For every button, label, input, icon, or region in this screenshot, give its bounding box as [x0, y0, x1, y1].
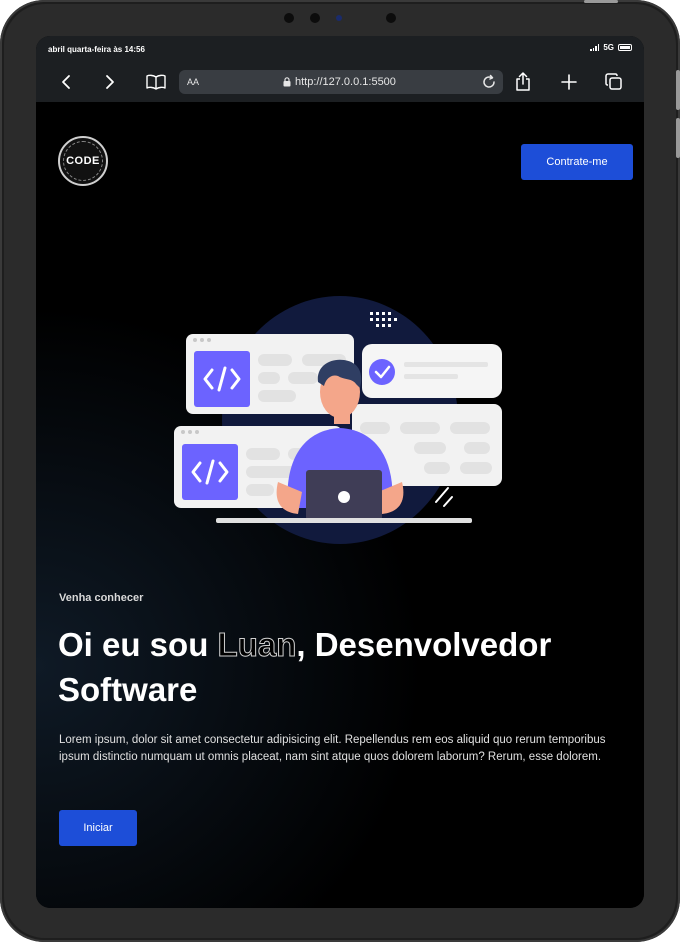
hire-me-button[interactable]: Contrate-me: [521, 144, 633, 180]
status-indicators: 5G: [590, 43, 632, 52]
hero-paragraph: Lorem ipsum, dolor sit amet consectetur …: [59, 734, 606, 763]
battery-icon: [618, 44, 632, 51]
tabs-icon[interactable]: [602, 70, 626, 94]
reload-icon[interactable]: [481, 74, 497, 95]
status-bar: abril quarta-feira às 14:56 5G: [36, 36, 644, 62]
hero-headline: Oi eu sou Luan, Desenvolvedor Software: [58, 622, 628, 712]
forward-icon[interactable]: [98, 70, 122, 94]
network-label: 5G: [603, 43, 614, 52]
url-display[interactable]: http://127.0.0.1:5500: [283, 76, 396, 88]
developer-illustration: [174, 296, 502, 544]
volume-down-button: [676, 118, 680, 158]
face-sensor: [310, 13, 320, 23]
site-logo[interactable]: CODE: [58, 136, 108, 186]
page-content: CODE Contrate-me Venha conhecer Oi eu so…: [36, 102, 644, 908]
power-button: [584, 0, 618, 3]
status-time: abril quarta-feira às 14:56: [48, 45, 145, 54]
check-card: [362, 344, 502, 398]
logo-text: CODE: [66, 155, 100, 167]
lock-icon: [283, 77, 291, 87]
hero-subtitle: Venha conhecer: [59, 592, 144, 604]
browser-toolbar: AA http://127.0.0.1:5500: [36, 62, 644, 102]
screen: abril quarta-feira às 14:56 5G AA http:/…: [36, 36, 644, 908]
address-bar[interactable]: AA http://127.0.0.1:5500: [179, 70, 503, 94]
headline-name: Luan: [217, 626, 297, 664]
front-camera: [284, 13, 294, 23]
text-size-button[interactable]: AA: [187, 77, 199, 87]
new-tab-icon[interactable]: [557, 70, 581, 94]
back-icon[interactable]: [54, 70, 78, 94]
camera-dot: [336, 15, 342, 21]
proximity-sensor: [386, 13, 396, 23]
volume-up-button: [676, 70, 680, 110]
headline-intro: Oi eu sou: [58, 626, 218, 663]
tablet-frame: abril quarta-feira às 14:56 5G AA http:/…: [0, 0, 680, 942]
signal-icon: [590, 44, 600, 51]
share-icon[interactable]: [511, 70, 535, 94]
start-button[interactable]: Iniciar: [59, 810, 137, 846]
url-text: http://127.0.0.1:5500: [295, 76, 396, 88]
bookmarks-icon[interactable]: [144, 70, 168, 94]
